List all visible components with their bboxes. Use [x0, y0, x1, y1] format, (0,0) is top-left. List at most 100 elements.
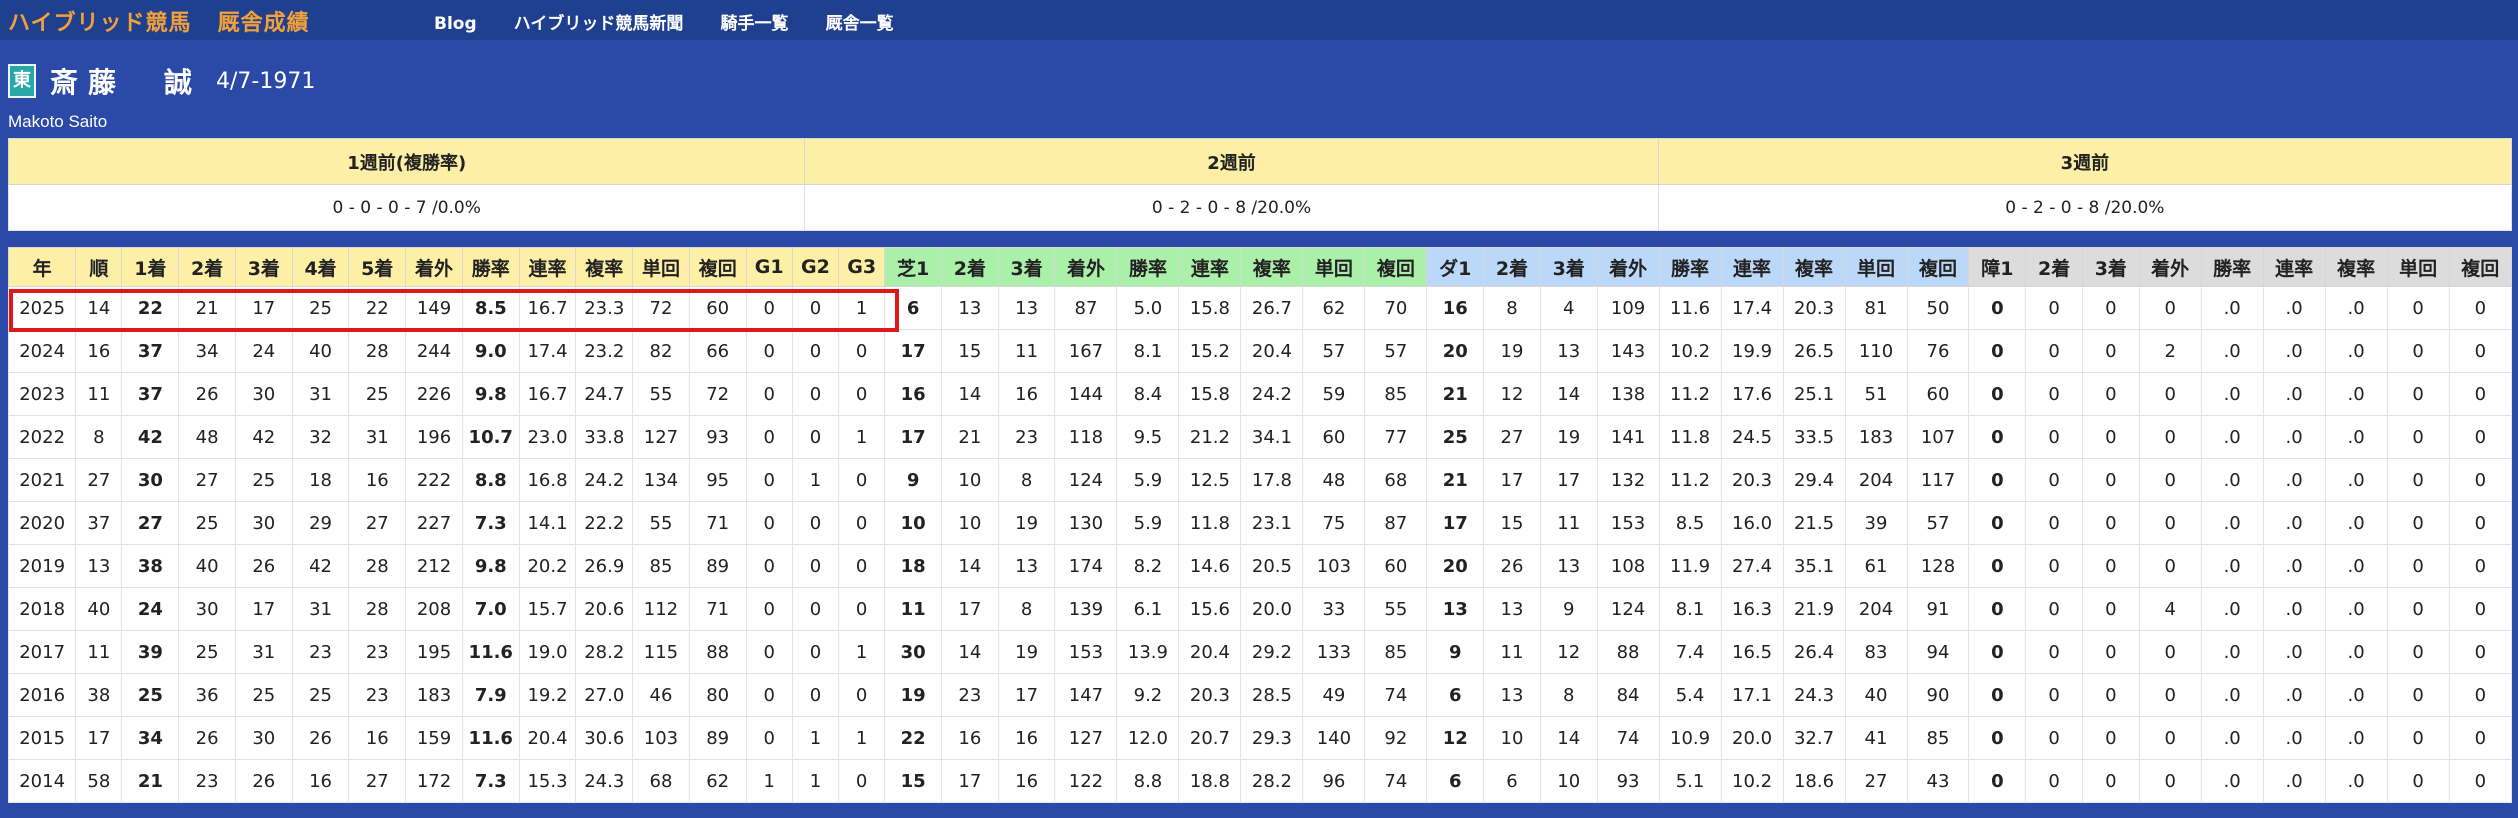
stats-cell: 92	[1364, 716, 1428, 760]
nav-stable-list-link[interactable]: 厩舎一覧	[826, 14, 894, 34]
stats-cell: 35.1	[1782, 544, 1846, 588]
stats-cell: 30	[234, 716, 293, 760]
stats-cell: 23.2	[575, 329, 634, 373]
stats-cell: 94	[1906, 630, 1970, 674]
stats-cell: .0	[2262, 759, 2326, 803]
stats-cell: 0	[745, 286, 793, 330]
stats-cell: 22	[121, 286, 180, 330]
stats-cell: 0	[2025, 372, 2083, 416]
site-title[interactable]: ハイブリッド競馬	[8, 11, 192, 36]
stats-cell: .0	[2262, 286, 2326, 330]
stats-cell: 17.1	[1720, 673, 1784, 717]
stats-cell: 226	[405, 372, 463, 416]
stats-cell: 16	[1426, 286, 1485, 330]
nav-blog-link[interactable]: Blog	[434, 14, 477, 34]
stats-cell: 33.5	[1782, 415, 1846, 459]
stats-cell: 7.3	[461, 759, 520, 803]
stats-cell: 8.5	[461, 286, 520, 330]
stats-cell: 13	[1539, 329, 1598, 373]
stats-cell: 11.6	[1658, 286, 1722, 330]
stats-cell: 0	[838, 587, 886, 631]
stats-cell: .0	[2324, 716, 2388, 760]
stats-cell: 11	[75, 630, 123, 674]
stats-cell: 0	[2448, 415, 2513, 459]
stats-cell: 17	[997, 673, 1056, 717]
affiliation-badge: 東	[8, 64, 36, 98]
recent-value-2w: 0 - 2 - 0 - 8 /20.0%	[804, 184, 1659, 231]
stats-cell: 16.8	[518, 458, 577, 502]
stats-cell: 16	[884, 372, 942, 416]
stats-cell: 39	[1844, 501, 1908, 545]
stats-cell: 23	[348, 673, 407, 717]
stats-cell: 34.1	[1240, 415, 1304, 459]
stats-cell: 153	[1054, 630, 1118, 674]
stats-cell: 0	[2386, 286, 2450, 330]
stats-cell: 82	[632, 329, 690, 373]
stats-cell: 26	[234, 759, 293, 803]
stats-cell: 0	[2138, 286, 2202, 330]
stats-cell: 19.0	[518, 630, 577, 674]
stats-cell: 0	[2386, 415, 2450, 459]
stats-cell: 0	[2081, 286, 2140, 330]
stats-cell: 4	[1539, 286, 1598, 330]
stats-cell: 0	[1968, 501, 2027, 545]
stats-cell: 172	[405, 759, 463, 803]
stats-cell: 0	[2025, 587, 2083, 631]
stats-cell: .0	[2324, 673, 2388, 717]
stats-cell: 23	[348, 630, 407, 674]
stats-cell: 127	[632, 415, 690, 459]
stats-cell: 2015	[7, 716, 77, 760]
stats-cell: 46	[632, 673, 690, 717]
stats-column-header: 複率	[1240, 247, 1304, 287]
stats-cell: 115	[632, 630, 690, 674]
stats-cell: 8	[1483, 286, 1541, 330]
stats-cell: 41	[1844, 716, 1908, 760]
stats-cell: 8.2	[1116, 544, 1180, 588]
stats-cell: 6	[1426, 759, 1485, 803]
stats-cell: 71	[688, 587, 747, 631]
recent-header-3w: 3週前	[1657, 138, 2513, 185]
stats-cell: 16.5	[1720, 630, 1784, 674]
stats-cell: 7.4	[1658, 630, 1722, 674]
stats-cell: 26.9	[575, 544, 634, 588]
stats-cell: 0	[2081, 501, 2140, 545]
nav-newspaper-link[interactable]: ハイブリッド競馬新聞	[514, 14, 684, 34]
stats-cell: 10	[884, 501, 942, 545]
stats-cell: 30	[234, 501, 293, 545]
stats-cell: 22.2	[575, 501, 634, 545]
stats-cell: 25	[121, 673, 180, 717]
stats-cell: 1	[838, 286, 886, 330]
stats-cell: 0	[791, 372, 840, 416]
stats-cell: .0	[2324, 415, 2388, 459]
stats-cell: 42	[121, 415, 180, 459]
stats-cell: 0	[2025, 759, 2083, 803]
nav-jockey-list-link[interactable]: 騎手一覧	[721, 14, 789, 34]
stats-column-header: 着外	[1596, 247, 1660, 287]
section-title[interactable]: 厩舎成績	[218, 11, 310, 36]
stats-cell: 128	[1906, 544, 1970, 588]
stats-cell: 0	[2448, 329, 2513, 373]
stats-cell: 28	[348, 544, 407, 588]
stats-cell: 0	[745, 415, 793, 459]
stats-column-header: 複率	[2324, 247, 2388, 287]
stats-cell: 130	[1054, 501, 1118, 545]
stats-cell: .0	[2324, 329, 2388, 373]
stats-cell: 74	[1364, 673, 1428, 717]
stats-cell: 159	[405, 716, 463, 760]
stats-cell: 2018	[7, 587, 77, 631]
stats-cell: 0	[791, 501, 840, 545]
stats-column-header: 連率	[1720, 247, 1784, 287]
stats-cell: 0	[2081, 415, 2140, 459]
stats-cell: 0	[2081, 329, 2140, 373]
stats-cell: 27	[348, 759, 407, 803]
stats-cell: 24.2	[575, 458, 634, 502]
stats-cell: 31	[234, 630, 293, 674]
stats-cell: 0	[1968, 759, 2027, 803]
stats-cell: 25	[291, 286, 350, 330]
stats-cell: 0	[1968, 716, 2027, 760]
site-brand[interactable]: ハイブリッド競馬 厩舎成績	[8, 5, 336, 37]
stats-cell: .0	[2200, 372, 2264, 416]
stats-cell: 26	[178, 716, 236, 760]
stats-cell: 26.5	[1782, 329, 1846, 373]
stats-cell: 0	[2448, 372, 2513, 416]
